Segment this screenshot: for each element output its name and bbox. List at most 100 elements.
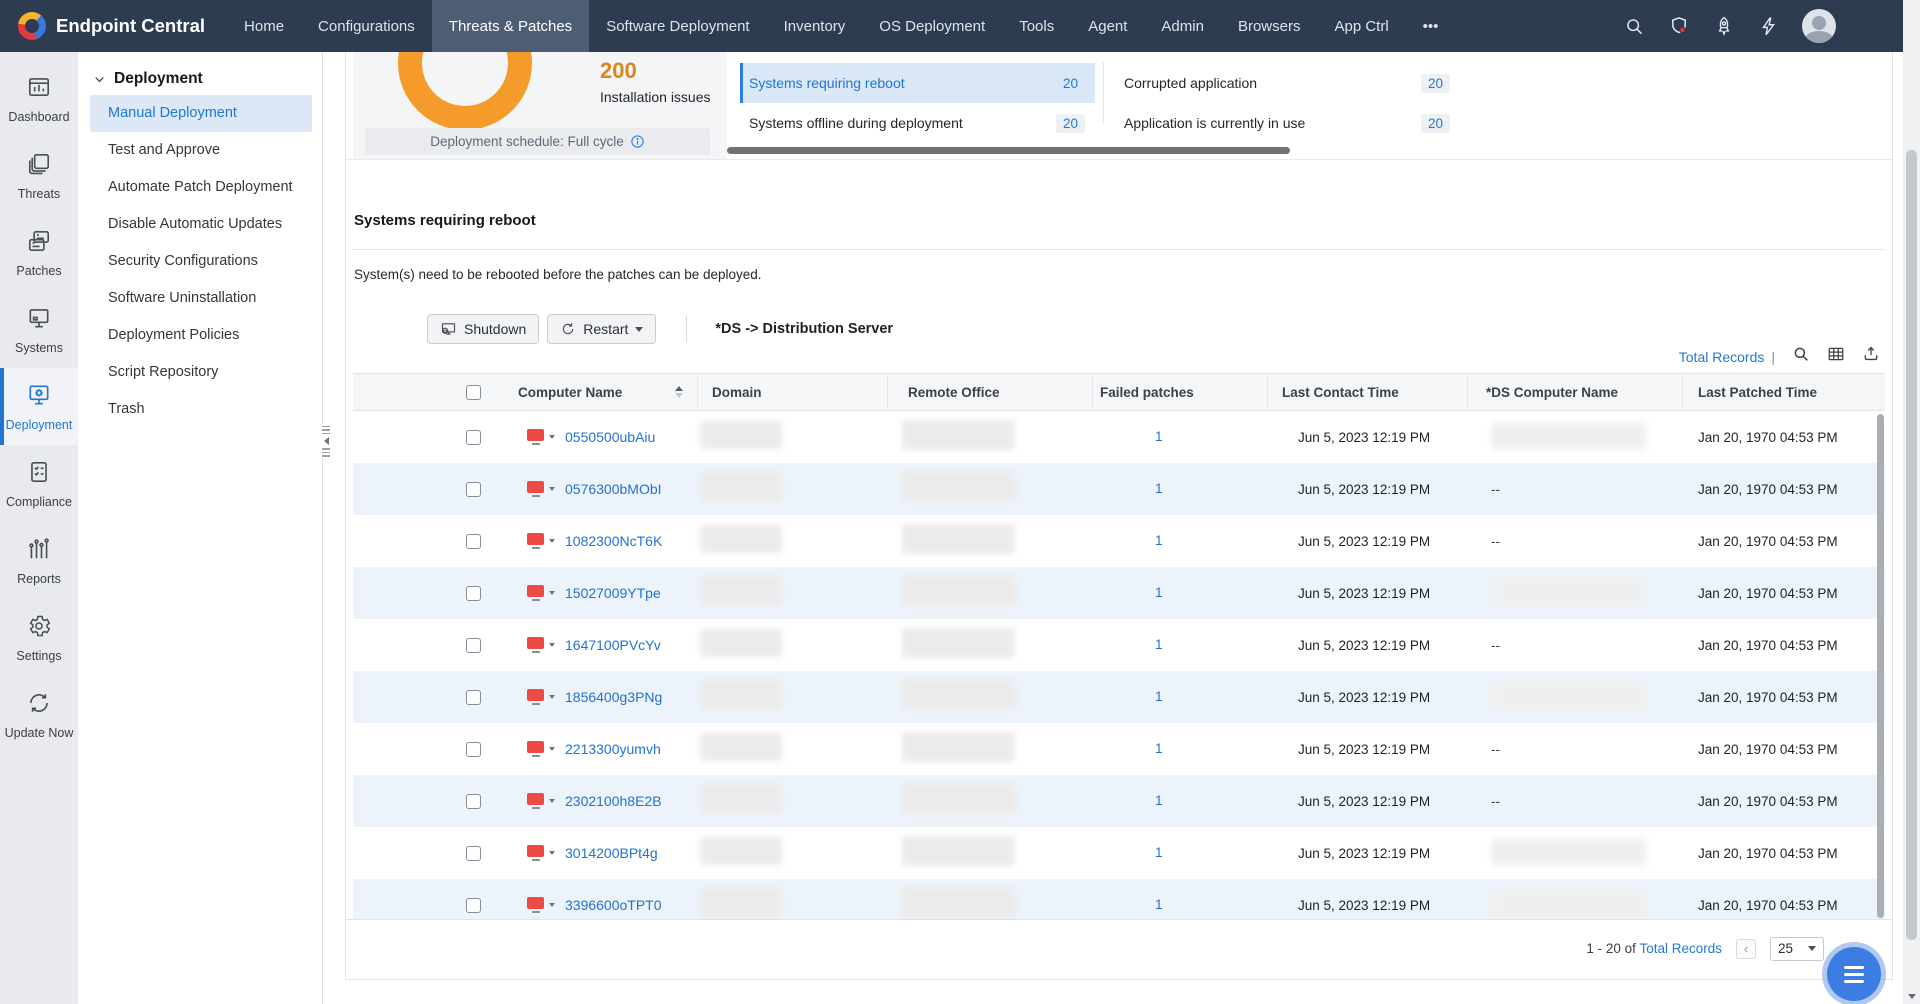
rail-item-systems[interactable]: Systems (0, 291, 78, 368)
chevron-down-icon[interactable] (549, 747, 555, 751)
column-header-last-patched-time[interactable]: Last Patched Time (1683, 374, 1885, 410)
table-row[interactable]: 15027009YTpe 1 Jun 5, 2023 12:19 PM Jan … (353, 567, 1885, 619)
user-avatar[interactable] (1802, 9, 1836, 43)
rail-item-update-now[interactable]: Update Now (0, 676, 78, 753)
computer-icon[interactable] (527, 637, 544, 649)
floating-menu-button[interactable] (1827, 947, 1881, 1001)
chevron-down-icon[interactable] (549, 539, 555, 543)
total-records-link[interactable]: Total Records (1639, 941, 1722, 956)
row-checkbox[interactable] (466, 898, 481, 913)
table-row[interactable]: 1856400g3PNg 1 Jun 5, 2023 12:19 PM Jan … (353, 671, 1885, 723)
restart-button[interactable]: Restart (547, 314, 656, 344)
computer-name-link[interactable]: 1647100PVcYv (565, 637, 661, 653)
chevron-down-icon[interactable] (635, 327, 643, 332)
nav-item[interactable]: Admin (1144, 0, 1221, 52)
horizontal-scrollbar[interactable] (727, 147, 1290, 154)
nav-item[interactable]: Software Deployment (589, 0, 766, 52)
table-row[interactable]: 2302100h8E2B 1 Jun 5, 2023 12:19 PM -- J… (353, 775, 1885, 827)
sidebar-item[interactable]: Script Repository (90, 354, 312, 391)
sidebar-item[interactable]: Test and Approve (90, 132, 312, 169)
failed-patches-link[interactable]: 1 (1155, 533, 1163, 548)
row-checkbox[interactable] (466, 430, 481, 445)
sidebar-item[interactable]: Disable Automatic Updates (90, 206, 312, 243)
nav-item[interactable]: Threats & Patches (432, 0, 589, 52)
row-checkbox[interactable] (466, 638, 481, 653)
column-chooser-icon[interactable] (1827, 345, 1845, 368)
table-row[interactable]: 3396600oTPT0 1 Jun 5, 2023 12:19 PM Jan … (353, 879, 1885, 919)
computer-icon[interactable] (527, 793, 544, 805)
rail-item-settings[interactable]: Settings (0, 599, 78, 676)
computer-name-link[interactable]: 0550500ubAiu (565, 429, 655, 445)
sidebar-item[interactable]: Deployment Policies (90, 317, 312, 354)
table-row[interactable]: 0576300bMObI 1 Jun 5, 2023 12:19 PM -- J… (353, 463, 1885, 515)
row-checkbox[interactable] (466, 742, 481, 757)
sidebar-item[interactable]: Automate Patch Deployment (90, 169, 312, 206)
chevron-down-icon[interactable] (549, 851, 555, 855)
nav-item[interactable]: Inventory (767, 0, 863, 52)
page-scrollbar[interactable] (1903, 0, 1920, 1004)
sidebar-item[interactable]: Software Uninstallation (90, 280, 312, 317)
computer-icon[interactable] (527, 897, 544, 909)
sort-icon[interactable] (675, 386, 683, 399)
computer-name-link[interactable]: 3396600oTPT0 (565, 897, 662, 913)
rail-item-reports[interactable]: Reports (0, 522, 78, 599)
export-icon[interactable] (1862, 345, 1880, 368)
nav-item[interactable]: ••• (1406, 0, 1456, 52)
scrollbar-thumb[interactable] (1906, 150, 1917, 940)
failed-patches-link[interactable]: 1 (1155, 429, 1163, 444)
sidebar-section-header[interactable]: Deployment (78, 52, 322, 89)
chevron-down-icon[interactable] (549, 799, 555, 803)
failed-patches-link[interactable]: 1 (1155, 845, 1163, 860)
column-header-last-contact-time[interactable]: Last Contact Time (1268, 374, 1468, 410)
status-count[interactable]: 20 (1421, 114, 1450, 133)
rail-item-compliance[interactable]: Compliance (0, 445, 78, 522)
nav-item[interactable]: Configurations (301, 0, 432, 52)
nav-item[interactable]: OS Deployment (862, 0, 1002, 52)
failed-patches-link[interactable]: 1 (1155, 689, 1163, 704)
nav-item[interactable]: App Ctrl (1317, 0, 1405, 52)
nav-item[interactable]: Browsers (1221, 0, 1318, 52)
sidebar-collapse-handle[interactable] (320, 424, 332, 458)
chevron-down-icon[interactable] (549, 487, 555, 491)
shutdown-button[interactable]: Shutdown (427, 314, 539, 344)
table-row[interactable]: 0550500ubAiu 1 Jun 5, 2023 12:19 PM Jan … (353, 411, 1885, 463)
flash-icon[interactable] (1758, 16, 1779, 37)
rocket-icon[interactable] (1713, 15, 1735, 37)
failed-patches-link[interactable]: 1 (1155, 897, 1163, 912)
sidebar-item[interactable]: Trash (90, 391, 312, 428)
failed-patches-link[interactable]: 1 (1155, 481, 1163, 496)
computer-name-link[interactable]: 2302100h8E2B (565, 793, 662, 809)
info-icon[interactable] (630, 134, 645, 149)
computer-icon[interactable] (527, 585, 544, 597)
search-icon[interactable] (1624, 16, 1645, 37)
table-row[interactable]: 2213300yumvh 1 Jun 5, 2023 12:19 PM -- J… (353, 723, 1885, 775)
table-search-icon[interactable] (1792, 345, 1810, 368)
row-checkbox[interactable] (466, 482, 481, 497)
computer-icon[interactable] (527, 689, 544, 701)
status-filter[interactable]: Application is currently in use 20 (1115, 103, 1460, 143)
rail-item-deployment[interactable]: Deployment (0, 368, 78, 445)
computer-icon[interactable] (527, 845, 544, 857)
status-count[interactable]: 20 (1056, 74, 1085, 93)
status-filter[interactable]: Systems requiring reboot 20 (740, 63, 1095, 103)
nav-item[interactable]: Agent (1071, 0, 1144, 52)
rail-item-patches[interactable]: Patches (0, 214, 78, 291)
computer-name-link[interactable]: 1082300NcT6K (565, 533, 662, 549)
page-size-select[interactable]: 25 (1770, 937, 1824, 961)
row-checkbox[interactable] (466, 794, 481, 809)
shield-alert-icon[interactable] (1668, 15, 1690, 37)
column-header-remote-office[interactable]: Remote Office (888, 374, 1093, 410)
nav-item[interactable]: Tools (1002, 0, 1071, 52)
status-filter[interactable]: Corrupted application 20 (1115, 63, 1460, 103)
nav-item[interactable]: Home (227, 0, 301, 52)
computer-name-link[interactable]: 15027009YTpe (565, 585, 661, 601)
apps-grid-icon[interactable] (1859, 16, 1879, 36)
status-count[interactable]: 20 (1056, 114, 1085, 133)
column-header-computer-name[interactable]: Computer Name (516, 374, 698, 410)
failed-patches-link[interactable]: 1 (1155, 637, 1163, 652)
previous-page-button[interactable]: ‹ (1736, 939, 1756, 959)
rail-item-threats[interactable]: Threats (0, 137, 78, 214)
failed-patches-link[interactable]: 1 (1155, 741, 1163, 756)
row-checkbox[interactable] (466, 586, 481, 601)
chevron-down-icon[interactable] (549, 643, 555, 647)
